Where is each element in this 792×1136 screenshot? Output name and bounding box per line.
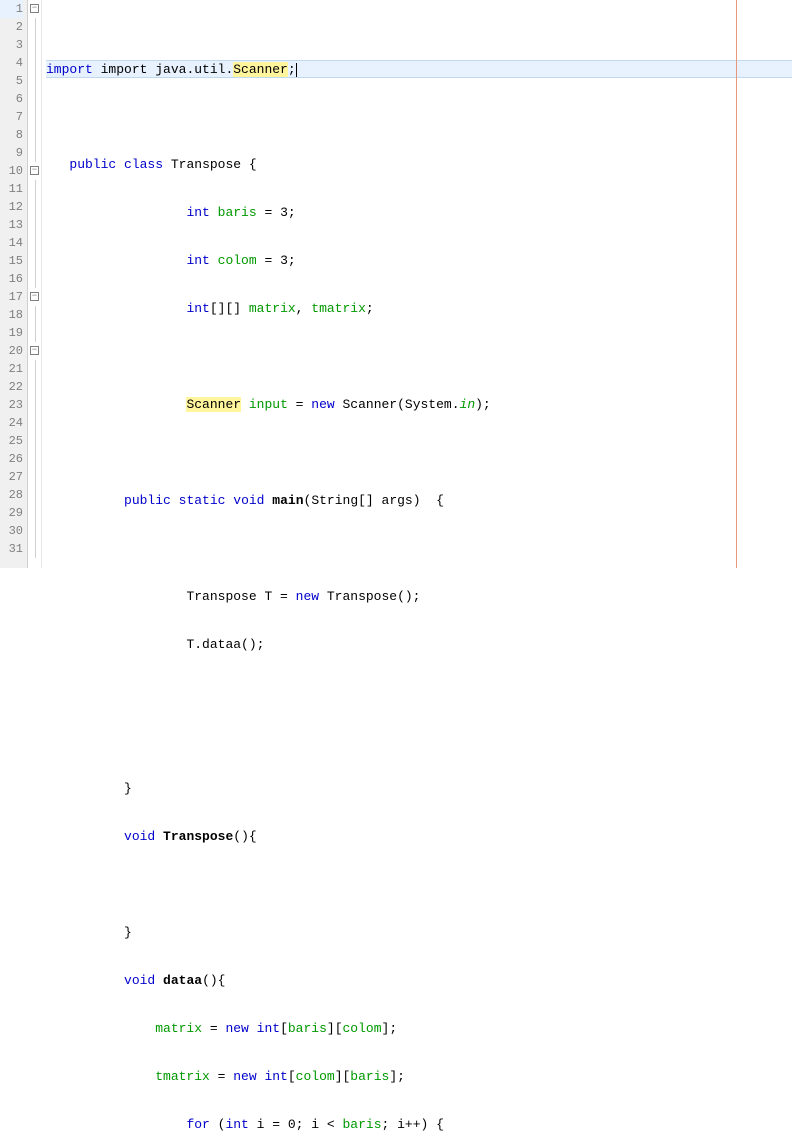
code-line-20[interactable]: void dataa(){ <box>46 972 792 990</box>
line-number: 1 <box>0 0 23 18</box>
fold-cell[interactable] <box>28 270 41 288</box>
code-line-1[interactable]: import import java.util.Scanner; <box>46 60 792 78</box>
code-line-23[interactable]: for (int i = 0; i < baris; i++) { <box>46 1116 792 1134</box>
line-number: 21 <box>0 360 23 378</box>
fold-cell[interactable] <box>28 450 41 468</box>
code-line-19[interactable]: } <box>46 924 792 942</box>
fold-cell[interactable] <box>28 18 41 36</box>
code-line-22[interactable]: tmatrix = new int[colom][baris]; <box>46 1068 792 1086</box>
fold-cell[interactable] <box>28 522 41 540</box>
code-line-14[interactable] <box>46 684 792 702</box>
code-line-2[interactable] <box>46 108 792 126</box>
fold-cell[interactable] <box>28 36 41 54</box>
code-line-15[interactable] <box>46 732 792 750</box>
line-number: 20 <box>0 342 23 360</box>
fold-cell[interactable] <box>28 360 41 378</box>
fold-cell[interactable] <box>28 144 41 162</box>
fold-cell[interactable] <box>28 414 41 432</box>
line-number: 30 <box>0 522 23 540</box>
fold-cell[interactable]: − <box>28 162 41 180</box>
highlighted-token: Scanner <box>233 62 288 77</box>
fold-cell[interactable] <box>28 198 41 216</box>
line-number: 17 <box>0 288 23 306</box>
line-number: 5 <box>0 72 23 90</box>
line-number: 6 <box>0 90 23 108</box>
line-number: 12 <box>0 198 23 216</box>
code-line-11[interactable] <box>46 540 792 558</box>
line-number: 10 <box>0 162 23 180</box>
text-cursor <box>296 63 297 77</box>
code-line-12[interactable]: Transpose T = new Transpose(); <box>46 588 792 606</box>
line-number: 7 <box>0 108 23 126</box>
line-number: 29 <box>0 504 23 522</box>
fold-cell[interactable] <box>28 540 41 558</box>
code-line-10[interactable]: public static void main(String[] args) { <box>46 492 792 510</box>
code-line-16[interactable]: } <box>46 780 792 798</box>
fold-toggle-icon[interactable]: − <box>30 292 39 301</box>
line-number: 14 <box>0 234 23 252</box>
code-line-9[interactable] <box>46 444 792 462</box>
fold-cell[interactable] <box>28 396 41 414</box>
fold-cell[interactable] <box>28 306 41 324</box>
fold-cell[interactable] <box>28 378 41 396</box>
fold-cell[interactable] <box>28 180 41 198</box>
line-number: 23 <box>0 396 23 414</box>
fold-toggle-icon[interactable]: − <box>30 166 39 175</box>
line-number-gutter: 1234567891011121314151617181920212223242… <box>0 0 28 568</box>
line-number: 2 <box>0 18 23 36</box>
code-area[interactable]: import import java.util.Scanner; public … <box>42 0 792 568</box>
code-editor[interactable]: 1234567891011121314151617181920212223242… <box>0 0 792 568</box>
code-line-21[interactable]: matrix = new int[baris][colom]; <box>46 1020 792 1038</box>
line-number: 3 <box>0 36 23 54</box>
line-number: 24 <box>0 414 23 432</box>
code-line-13[interactable]: T.dataa(); <box>46 636 792 654</box>
fold-cell[interactable] <box>28 234 41 252</box>
line-number: 18 <box>0 306 23 324</box>
fold-cell[interactable] <box>28 108 41 126</box>
fold-cell[interactable] <box>28 468 41 486</box>
fold-cell[interactable] <box>28 486 41 504</box>
fold-cell[interactable] <box>28 90 41 108</box>
line-number: 13 <box>0 216 23 234</box>
code-line-18[interactable] <box>46 876 792 894</box>
code-line-4[interactable]: int baris = 3; <box>46 204 792 222</box>
line-number: 4 <box>0 54 23 72</box>
line-number: 15 <box>0 252 23 270</box>
fold-cell[interactable] <box>28 324 41 342</box>
fold-cell[interactable] <box>28 504 41 522</box>
keyword-import: import <box>46 62 93 77</box>
code-line-17[interactable]: void Transpose(){ <box>46 828 792 846</box>
fold-cell[interactable] <box>28 252 41 270</box>
line-number: 16 <box>0 270 23 288</box>
line-number: 27 <box>0 468 23 486</box>
line-number: 9 <box>0 144 23 162</box>
code-line-6[interactable]: int[][] matrix, tmatrix; <box>46 300 792 318</box>
fold-cell[interactable]: − <box>28 288 41 306</box>
line-number: 19 <box>0 324 23 342</box>
print-margin <box>736 0 737 568</box>
fold-cell[interactable] <box>28 216 41 234</box>
line-number: 31 <box>0 540 23 558</box>
fold-toggle-icon[interactable]: − <box>30 346 39 355</box>
fold-cell[interactable] <box>28 126 41 144</box>
line-number: 11 <box>0 180 23 198</box>
fold-cell[interactable] <box>28 432 41 450</box>
code-line-7[interactable] <box>46 348 792 366</box>
line-number: 26 <box>0 450 23 468</box>
fold-cell[interactable]: − <box>28 342 41 360</box>
code-line-5[interactable]: int colom = 3; <box>46 252 792 270</box>
line-number: 8 <box>0 126 23 144</box>
line-number: 22 <box>0 378 23 396</box>
code-line-3[interactable]: public class Transpose { <box>46 156 792 174</box>
fold-cell[interactable]: − <box>28 0 41 18</box>
line-number: 28 <box>0 486 23 504</box>
line-number: 25 <box>0 432 23 450</box>
fold-cell[interactable] <box>28 72 41 90</box>
fold-toggle-icon[interactable]: − <box>30 4 39 13</box>
fold-column[interactable]: − − − − <box>28 0 42 568</box>
fold-cell[interactable] <box>28 54 41 72</box>
code-line-8[interactable]: Scanner input = new Scanner(System.in); <box>46 396 792 414</box>
